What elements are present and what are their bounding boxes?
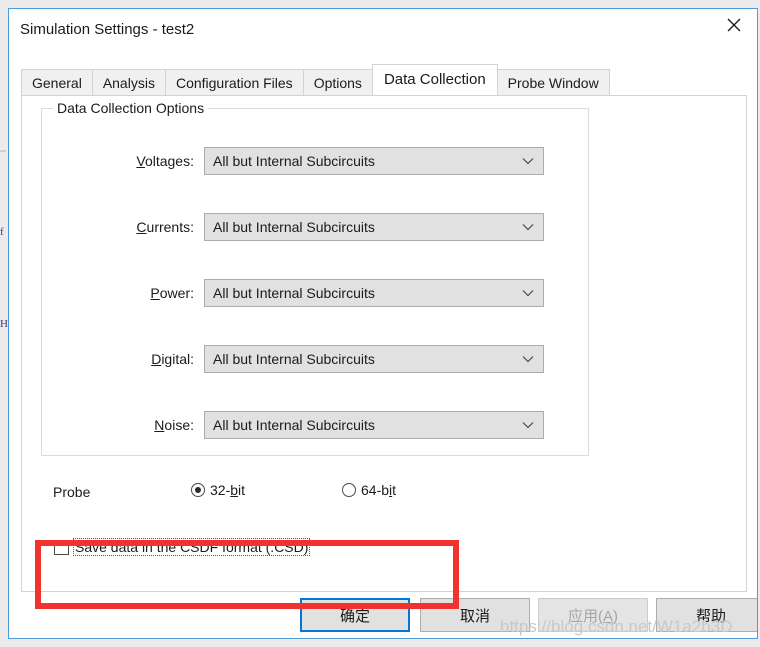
probe-section: Probe 32-bit 64-bit — [41, 474, 601, 514]
field-row-currents: Currents: All but Internal Subcircuits — [42, 213, 588, 241]
tab-general[interactable]: General — [21, 69, 93, 95]
accel-key: C — [136, 219, 147, 235]
power-dropdown[interactable]: All but Internal Subcircuits — [204, 279, 544, 307]
voltages-label: Voltages: — [42, 147, 194, 175]
field-row-digital: Digital: All but Internal Subcircuits — [42, 345, 588, 373]
chevron-down-icon — [522, 412, 534, 438]
save-csdf-checkbox[interactable]: Save data in the CSDF format (.CSD) — [54, 538, 311, 556]
ok-button[interactable]: 确定 — [300, 598, 410, 632]
field-row-power: Power: All but Internal Subcircuits — [42, 279, 588, 307]
accel-key: N — [154, 417, 165, 433]
button-label: 帮助 — [695, 607, 726, 625]
tab-content-panel: Data Collection Options Voltages: All bu… — [21, 95, 747, 609]
help-button[interactable]: 帮助 — [656, 598, 757, 632]
button-label: 取消 — [459, 607, 490, 625]
chevron-down-icon — [522, 280, 534, 306]
accel-key: P — [150, 285, 160, 301]
chevron-down-icon — [522, 148, 534, 174]
currents-value: All but Internal Subcircuits — [213, 219, 375, 235]
tab-label: Probe Window — [507, 75, 599, 91]
button-label: 确定 — [339, 607, 370, 625]
noise-value: All but Internal Subcircuits — [213, 417, 375, 433]
tab-data-collection[interactable]: Data Collection — [371, 64, 498, 95]
label-rest: igital: — [161, 351, 194, 367]
checkbox-unchecked-icon — [54, 539, 69, 555]
group-title: Data Collection Options — [53, 100, 209, 116]
power-value: All but Internal Subcircuits — [213, 285, 375, 301]
label-rest: urrents: — [146, 219, 194, 235]
noise-label: Noise: — [42, 411, 194, 439]
label-rest: ower: — [159, 285, 194, 301]
close-icon[interactable] — [711, 9, 757, 41]
title-bar: Simulation Settings - test2 — [9, 9, 757, 49]
digital-value: All but Internal Subcircuits — [213, 351, 375, 367]
probe-label: Probe — [53, 484, 91, 500]
accel-key: D — [151, 351, 162, 367]
voltages-dropdown[interactable]: All but Internal Subcircuits — [204, 147, 544, 175]
digital-label: Digital: — [42, 345, 194, 373]
noise-dropdown[interactable]: All but Internal Subcircuits — [204, 411, 544, 439]
background-artifact: f — [0, 226, 4, 238]
tab-analysis[interactable]: Analysis — [91, 69, 166, 95]
voltages-value: All but Internal Subcircuits — [213, 153, 375, 169]
label-rest: oltages: — [144, 153, 194, 169]
dialog-button-bar: 确定 取消 应用(A) 帮助 — [9, 598, 757, 638]
chevron-down-icon — [522, 346, 534, 372]
currents-dropdown[interactable]: All but Internal Subcircuits — [204, 213, 544, 241]
power-label: Power: — [42, 279, 194, 307]
tab-label: General — [32, 75, 82, 91]
currents-label: Currents: — [42, 213, 194, 241]
field-row-voltages: Voltages: All but Internal Subcircuits — [42, 147, 588, 175]
tab-options[interactable]: Options — [302, 69, 373, 95]
cancel-button[interactable]: 取消 — [420, 598, 530, 632]
radio-selected-icon — [191, 483, 205, 497]
tab-probe-window[interactable]: Probe Window — [496, 69, 610, 95]
tab-label: Options — [313, 75, 362, 91]
data-collection-options-group: Data Collection Options Voltages: All bu… — [41, 100, 589, 456]
accel-key: V — [136, 153, 145, 169]
tab-label: Analysis — [102, 75, 155, 91]
label-rest: oise: — [164, 417, 194, 433]
tab-configuration-files[interactable]: Configuration Files — [164, 69, 304, 95]
radio-32-bit[interactable]: 32-bit — [191, 482, 245, 498]
window-title: Simulation Settings - test2 — [20, 21, 195, 38]
field-row-noise: Noise: All but Internal Subcircuits — [42, 411, 588, 439]
tab-label: Configuration Files — [175, 75, 293, 91]
save-csdf-label: Save data in the CSDF format (.CSD) — [73, 538, 311, 556]
radio-label: 32-bit — [210, 482, 246, 498]
apply-button: 应用(A) — [538, 598, 648, 632]
radio-unselected-icon — [342, 483, 356, 497]
background-artifact — [0, 150, 6, 152]
tab-strip: General Analysis Configuration Files Opt… — [21, 64, 610, 95]
simulation-settings-dialog: Simulation Settings - test2 General Anal… — [8, 8, 758, 639]
digital-dropdown[interactable]: All but Internal Subcircuits — [204, 345, 544, 373]
chevron-down-icon — [522, 214, 534, 240]
background-artifact: H — [0, 318, 8, 330]
tab-label: Data Collection — [383, 71, 486, 88]
button-label: 应用(A) — [567, 607, 618, 625]
radio-64-bit[interactable]: 64-bit — [342, 482, 396, 498]
radio-label: 64-bit — [361, 482, 397, 498]
